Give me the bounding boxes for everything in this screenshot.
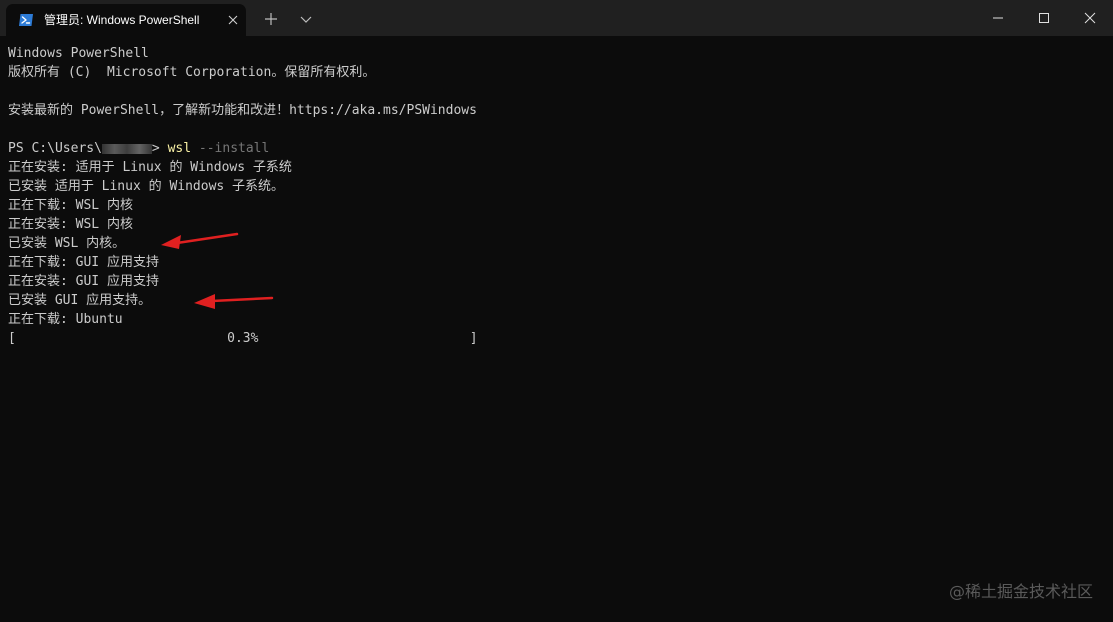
plus-icon <box>265 13 277 25</box>
prompt-suffix: > <box>151 141 168 156</box>
tab-dropdown-button[interactable] <box>293 8 319 30</box>
close-icon <box>228 15 238 25</box>
minimize-button[interactable] <box>975 0 1021 36</box>
output-line: 正在下载: GUI 应用支持 <box>8 255 159 270</box>
banner-line: 版权所有 (C) Microsoft Corporation。保留所有权利。 <box>8 65 376 80</box>
output-line: 正在安装: WSL 内核 <box>8 217 133 232</box>
tab-powershell[interactable]: 管理员: Windows PowerShell <box>6 4 246 36</box>
new-tab-button[interactable] <box>258 8 284 30</box>
close-icon <box>1084 12 1096 24</box>
output-line: 已安装 GUI 应用支持。 <box>8 293 152 308</box>
chevron-down-icon <box>300 16 312 23</box>
banner-line: 安装最新的 PowerShell，了解新功能和改进！https://aka.ms… <box>8 103 477 118</box>
close-window-button[interactable] <box>1067 0 1113 36</box>
title-bar[interactable]: 管理员: Windows PowerShell <box>0 0 1113 36</box>
progress-percent: 0.3% <box>227 331 259 346</box>
prompt-line: PS C:\Users\ > wsl --install <box>8 139 1103 158</box>
minimize-icon <box>993 17 1003 19</box>
prompt-prefix: PS C:\Users\ <box>8 141 102 156</box>
output-line: 正在下载: Ubuntu <box>8 312 123 327</box>
tab-title: 管理员: Windows PowerShell <box>44 13 200 27</box>
output-line: 正在下载: WSL 内核 <box>8 198 133 213</box>
redacted-username <box>101 143 152 154</box>
powershell-icon <box>18 12 34 28</box>
output-line: 已安装 适用于 Linux 的 Windows 子系统。 <box>8 179 285 194</box>
progress-line: [ 0.3% ] <box>8 329 1103 348</box>
progress-open-bracket: [ <box>8 331 16 346</box>
terminal-window: 管理员: Windows PowerShell Windows PowerShe… <box>0 0 1113 622</box>
command-text: wsl <box>167 141 192 156</box>
output-line: 已安装 WSL 内核。 <box>8 236 126 251</box>
maximize-button[interactable] <box>1021 0 1067 36</box>
output-line: 正在安装: GUI 应用支持 <box>8 274 159 289</box>
watermark: @稀土掘金技术社区 <box>948 582 1093 601</box>
terminal-output[interactable]: Windows PowerShell 版权所有 (C) Microsoft Co… <box>8 44 1103 604</box>
tab-close-button[interactable] <box>224 11 242 29</box>
progress-close-bracket: ] <box>469 331 478 346</box>
banner-line: Windows PowerShell <box>8 46 149 61</box>
output-line: 正在安装: 适用于 Linux 的 Windows 子系统 <box>8 160 292 175</box>
command-argument: --install <box>191 141 270 156</box>
maximize-icon <box>1039 13 1049 23</box>
